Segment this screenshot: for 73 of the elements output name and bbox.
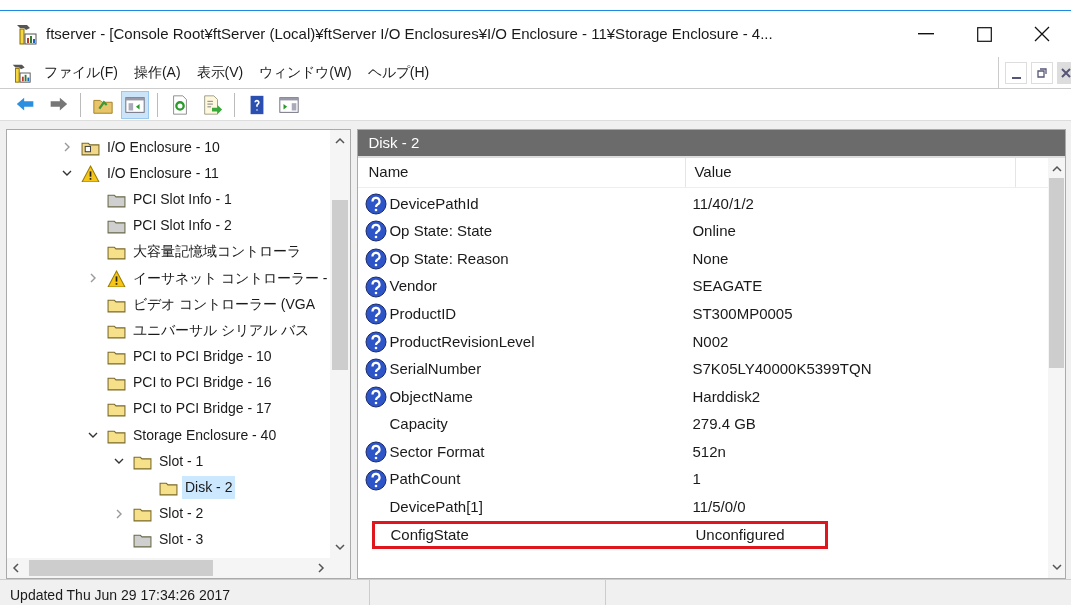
property-value: 1 bbox=[692, 469, 701, 490]
property-value: N002 bbox=[692, 331, 729, 352]
property-value: 512n bbox=[692, 441, 726, 462]
scroll-left-icon[interactable] bbox=[11, 563, 21, 573]
property-name: ProductID bbox=[389, 303, 458, 324]
close-icon bbox=[1034, 26, 1050, 42]
property-name: Vendor bbox=[389, 276, 438, 297]
tree-item[interactable]: I/O Enclosure - 10 bbox=[104, 135, 223, 159]
menu-item[interactable]: ウィンドウ(W) bbox=[253, 62, 358, 83]
menu-item[interactable]: ファイル(F) bbox=[38, 62, 124, 83]
chevron-right-icon[interactable] bbox=[114, 508, 124, 519]
property-name: Capacity bbox=[389, 414, 449, 435]
horizontal-scrollbar[interactable] bbox=[7, 558, 351, 578]
property-name: ObjectName bbox=[389, 386, 474, 407]
column-header[interactable]: Name bbox=[358, 158, 687, 187]
tree-item[interactable]: Slot - 1 bbox=[156, 449, 207, 473]
close-icon bbox=[1061, 67, 1071, 78]
column-header[interactable]: Value bbox=[686, 158, 1017, 187]
tree-item[interactable]: PCI Slot Info - 2 bbox=[130, 214, 235, 238]
minimize-button[interactable] bbox=[1005, 61, 1027, 84]
menu-item[interactable]: 表示(V) bbox=[190, 62, 250, 83]
property-value: None bbox=[692, 248, 729, 269]
tree-item[interactable]: Storage Enclosure - 40 bbox=[130, 423, 280, 447]
menu-item[interactable]: 操作(A) bbox=[127, 62, 187, 83]
property-value: ST300MP0005 bbox=[692, 303, 793, 324]
minimize-icon bbox=[918, 33, 934, 35]
toolbar-button[interactable] bbox=[121, 90, 149, 119]
warning-icon bbox=[107, 269, 126, 287]
property-name: ConfigState bbox=[390, 524, 470, 545]
property-value: Unconfigured bbox=[695, 524, 785, 545]
tree-item[interactable]: Slot - 3 bbox=[156, 528, 207, 552]
property-value: Harddisk2 bbox=[692, 386, 760, 407]
close-button[interactable] bbox=[1057, 61, 1071, 84]
property-name: SerialNumber bbox=[389, 359, 483, 380]
tree-item[interactable]: PCI to PCI Bridge - 10 bbox=[130, 345, 275, 369]
property-name: DevicePath[1] bbox=[389, 497, 484, 518]
status-text: Updated Thu Jun 29 17:34:26 2017 bbox=[0, 580, 370, 605]
chevron-right-icon[interactable] bbox=[62, 142, 72, 153]
property-name: ProductRevisionLevel bbox=[389, 331, 536, 352]
property-name: Sector Format bbox=[389, 441, 486, 462]
tree-item[interactable]: PCI to PCI Bridge - 16 bbox=[130, 371, 275, 395]
chevron-right-icon[interactable] bbox=[88, 273, 98, 284]
tree-item[interactable]: Slot - 2 bbox=[156, 502, 207, 526]
property-name: Op State: State bbox=[389, 221, 493, 242]
tree-item[interactable]: イーサネット コントローラー - bbox=[130, 266, 331, 290]
vertical-scrollbar[interactable] bbox=[330, 130, 351, 558]
property-value: SEAGATE bbox=[692, 276, 763, 297]
property-value: 11/40/1/2 bbox=[692, 193, 754, 214]
warning-icon bbox=[81, 164, 100, 182]
tree-item[interactable]: ユニバーサル シリアル バス bbox=[130, 318, 312, 342]
window-title: ftserver - [Console Root¥ftServer (Local)¥ftServer I/O Enclosures¥I/O Enclosure - 11¥Storage Enclosure - 4... bbox=[46, 23, 773, 44]
tree-item[interactable]: ビデオ コントローラー (VGA bbox=[130, 292, 318, 316]
property-value: 11/5/0/0 bbox=[692, 497, 746, 518]
tree-item[interactable]: Disk - 2 bbox=[182, 476, 236, 500]
menu-item[interactable]: ヘルプ(H) bbox=[361, 62, 436, 83]
restore-button[interactable] bbox=[1031, 61, 1053, 84]
tree-item[interactable]: PCI to PCI Bridge - 17 bbox=[130, 397, 275, 421]
property-name: DevicePathId bbox=[389, 193, 480, 214]
tree-item[interactable]: I/O Enclosure - 11 bbox=[104, 161, 222, 185]
vertical-scrollbar[interactable] bbox=[1048, 158, 1066, 578]
property-name: PathCount bbox=[389, 469, 462, 490]
restore-icon bbox=[1037, 67, 1047, 78]
tree-item[interactable]: PCI Slot Info - 1 bbox=[130, 187, 235, 211]
property-name: Op State: Reason bbox=[389, 248, 510, 269]
property-value: S7K05LY40000K5399TQN bbox=[692, 359, 872, 380]
maximize-icon bbox=[976, 26, 992, 42]
scroll-right-icon[interactable] bbox=[316, 563, 327, 573]
pane-title: Disk - 2 bbox=[368, 132, 420, 153]
minimize-icon bbox=[1011, 76, 1021, 79]
export-list-icon bbox=[201, 93, 223, 116]
tree-item[interactable]: 大容量記憶域コントローラ bbox=[130, 240, 304, 264]
property-value: Online bbox=[692, 221, 736, 242]
property-value: 279.4 GB bbox=[692, 414, 756, 435]
